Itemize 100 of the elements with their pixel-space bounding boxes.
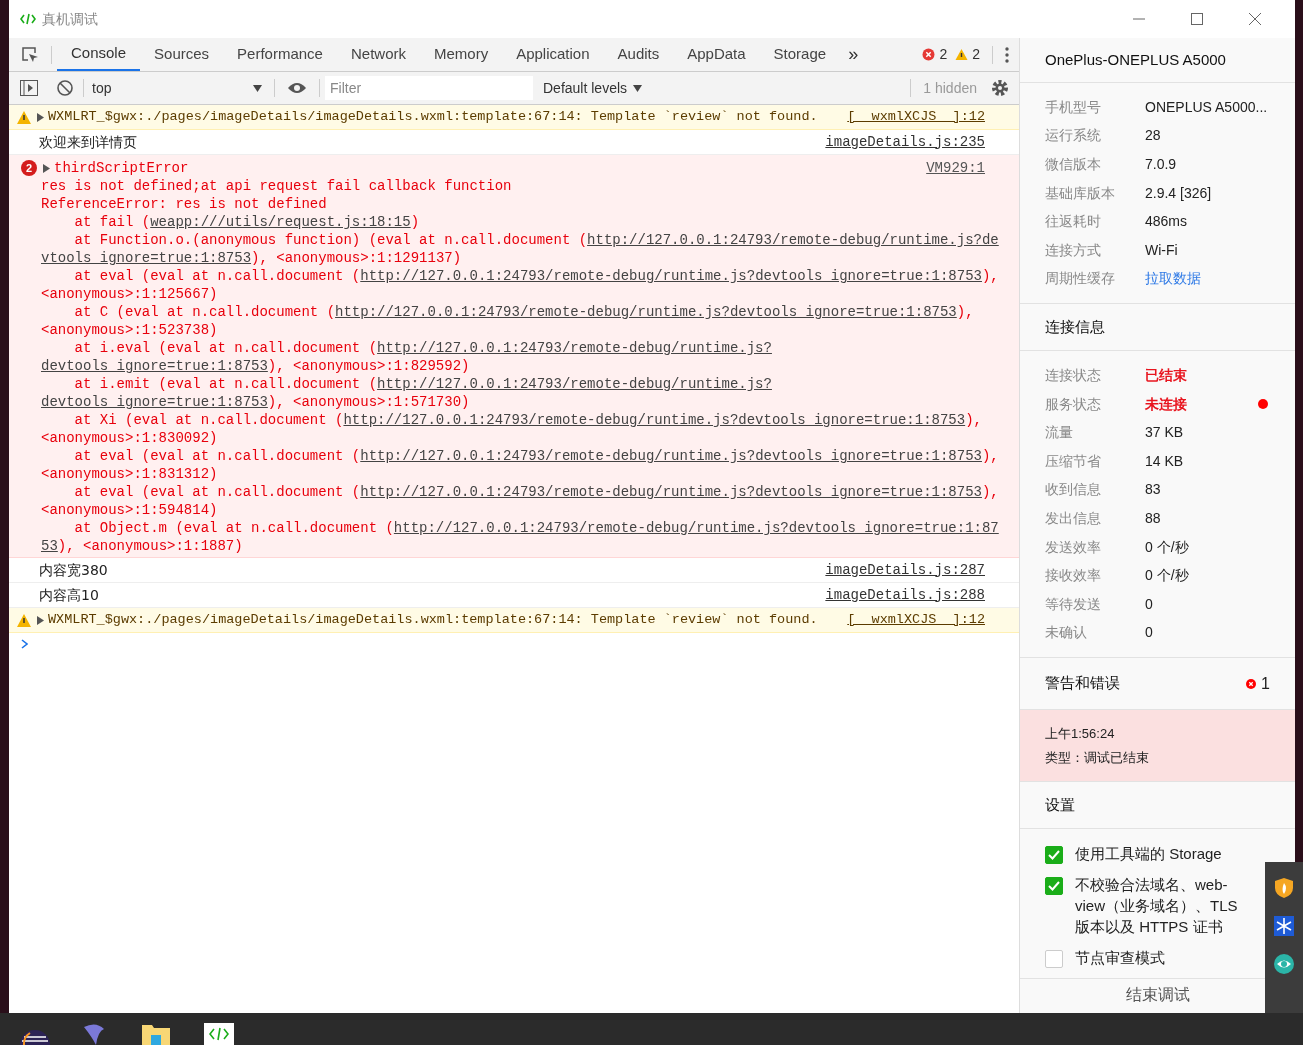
stack-text: ),	[965, 412, 982, 428]
checkbox[interactable]	[1045, 846, 1063, 865]
checkbox-label: 节点审查模式	[1075, 948, 1166, 969]
stack-text: at i.eval (eval at n.call.document (	[73, 340, 378, 356]
warning-count: 2	[972, 45, 980, 64]
source-link[interactable]: [__wxmlXCJS__]:12	[847, 609, 985, 631]
prompt-icon[interactable]	[21, 639, 28, 649]
fetch-data-link[interactable]: 拉取数据	[1145, 268, 1201, 290]
error-count-badge: 2	[21, 160, 37, 176]
info-label: 接收效率	[1045, 566, 1102, 586]
stack-link[interactable]: http://127.0.0.1:24793/remote-debug/runtime.js?devtools_ignore=true:1:8753	[360, 484, 982, 500]
stack-link[interactable]: http://127.0.0.1:24793/remote-debug/runtime.js?devtools_ignore=true:1:8753	[335, 304, 957, 320]
more-tabs-button[interactable]: »	[848, 41, 859, 68]
stack-text: ReferenceError: res is not defined	[41, 196, 327, 212]
close-icon[interactable]	[1249, 13, 1261, 25]
sidebar-toggle-icon[interactable]	[20, 80, 38, 96]
info-value: 未连接	[1145, 394, 1187, 414]
log-message: 内容高10	[39, 585, 99, 605]
stack-text: )	[410, 214, 420, 230]
tab[interactable]: Audits	[603, 38, 674, 71]
info-label: 手机型号	[1045, 97, 1102, 117]
info-label: 压缩节省	[1045, 451, 1102, 471]
tab[interactable]: Sources	[140, 38, 224, 71]
maximize-icon[interactable]	[1191, 13, 1203, 25]
info-value: Wi-Fi	[1145, 240, 1178, 260]
window-title: 真机调试	[42, 9, 98, 29]
info-label: 流量	[1045, 423, 1074, 443]
stack-link[interactable]: vtools_ignore=true:1:8753	[41, 250, 252, 266]
stack-text: at eval (eval at n.call.document (	[73, 268, 361, 284]
tab[interactable]: Application	[502, 38, 604, 71]
levels-dropdown[interactable]: Default levels	[543, 77, 643, 99]
source-link[interactable]: imageDetails.js:288	[825, 584, 985, 606]
stack-link[interactable]: http://127.0.0.1:24793/remote-debug/runtime.js?devtools_ignore=true:1:8753	[360, 448, 982, 464]
expand-arrow-icon[interactable]	[37, 615, 44, 625]
section-title: 警告和错误	[1045, 673, 1120, 694]
section-title: 连接信息	[1045, 316, 1105, 337]
source-link[interactable]: imageDetails.js:235	[825, 131, 985, 153]
stack-link[interactable]: 53	[41, 538, 58, 554]
folder-app-icon[interactable]	[142, 1023, 170, 1045]
stack-link[interactable]: http://127.0.0.1:24793/remote-debug/runtime.js?devtools_ignore=true:1:8753	[343, 412, 966, 428]
eye-app-icon[interactable]	[1274, 954, 1294, 974]
info-value: 7.0.9	[1145, 155, 1177, 174]
info-value: 83	[1145, 480, 1161, 500]
stack-text: at C (eval at n.call.document (	[73, 304, 336, 320]
source-link[interactable]: imageDetails.js:287	[825, 559, 985, 581]
context-dropdown[interactable]: top	[92, 77, 262, 99]
stack-text: at i.emit (eval at n.call.document (	[73, 376, 378, 392]
info-value: 已结束	[1145, 365, 1187, 385]
info-value: 0 个/秒	[1145, 537, 1189, 557]
tab[interactable]: Storage	[759, 38, 841, 71]
info-label: 发出信息	[1045, 508, 1102, 528]
snowflake-icon[interactable]	[1274, 916, 1294, 936]
end-debug-button[interactable]: 结束调试	[1115, 983, 1200, 1008]
stack-link[interactable]: http://127.0.0.1:24793/remote-debug/runtime.js?de	[587, 232, 999, 248]
log-message: WXMLRT_$gwx:./pages/imageDetails/imageDetails.wxml:template:67:14: Template `review` not found.	[48, 610, 818, 629]
filter-field[interactable]: Filter	[325, 76, 533, 100]
checkbox-label: 使用工具端的 Storage	[1075, 844, 1223, 865]
stack-link[interactable]: devtools_ignore=true:1:8753	[41, 358, 268, 374]
error-count: 2	[939, 45, 948, 64]
warning-icon	[17, 110, 31, 124]
shield-icon[interactable]	[1275, 878, 1293, 898]
tab[interactable]: Memory	[419, 38, 503, 71]
stack-text: ), <anonymous>:1:1887)	[57, 538, 243, 554]
tab[interactable]: Performance	[223, 38, 337, 71]
source-link[interactable]: [__wxmlXCJS__]:12	[847, 106, 985, 128]
tab[interactable]: Network	[336, 38, 420, 71]
info-value: 2.9.4 [326]	[1145, 183, 1212, 203]
eye-icon[interactable]	[287, 81, 307, 95]
stack-text: ),	[981, 268, 999, 284]
hidden-count: 1 hidden	[923, 78, 977, 98]
inspect-icon[interactable]	[21, 45, 39, 64]
info-label: 运行系统	[1045, 126, 1102, 146]
info-label: 连接状态	[1045, 365, 1102, 385]
info-label: 服务状态	[1045, 394, 1102, 414]
stack-text: <anonymous>:1:830092)	[41, 430, 218, 446]
checkbox[interactable]	[1045, 950, 1063, 969]
tab[interactable]: AppData	[673, 38, 760, 71]
more-options-icon[interactable]	[1005, 46, 1009, 63]
checkbox[interactable]	[1045, 877, 1063, 896]
info-label: 收到信息	[1045, 480, 1102, 500]
stack-link[interactable]: http://127.0.0.1:24793/remote-debug/runtime.js?	[377, 340, 772, 356]
caret-icon	[253, 84, 262, 92]
info-label: 周期性缓存	[1045, 269, 1116, 289]
info-value: ONEPLUS A5000...	[1145, 97, 1268, 117]
devtools-app-icon[interactable]	[204, 1023, 234, 1045]
stack-link[interactable]: http://127.0.0.1:24793/remote-debug/runtime.js?devtools_ignore=true:1:87	[393, 520, 999, 536]
expand-arrow-icon[interactable]	[37, 112, 44, 122]
stack-link[interactable]: http://127.0.0.1:24793/remote-debug/runtime.js?devtools_ignore=true:1:8753	[360, 268, 982, 284]
clear-console-icon[interactable]	[57, 80, 73, 96]
stack-link[interactable]: weapp:///utils/request.js:18:15	[150, 214, 411, 230]
caret-icon	[633, 84, 643, 92]
info-value: 37 KB	[1145, 423, 1184, 443]
info-label: 微信版本	[1045, 155, 1102, 174]
stack-link[interactable]: http://127.0.0.1:24793/remote-debug/runtime.js?	[377, 376, 772, 392]
expand-arrow-icon[interactable]	[43, 163, 50, 173]
stack-text: <anonymous>:1:523738)	[41, 322, 218, 338]
stack-link[interactable]: devtools_ignore=true:1:8753	[41, 394, 268, 410]
source-link[interactable]: VM929:1	[926, 157, 985, 179]
settings-icon[interactable]	[991, 79, 1009, 97]
log-message: WXMLRT_$gwx:./pages/imageDetails/imageDetails.wxml:template:67:14: Template `review` not found.	[48, 107, 818, 126]
